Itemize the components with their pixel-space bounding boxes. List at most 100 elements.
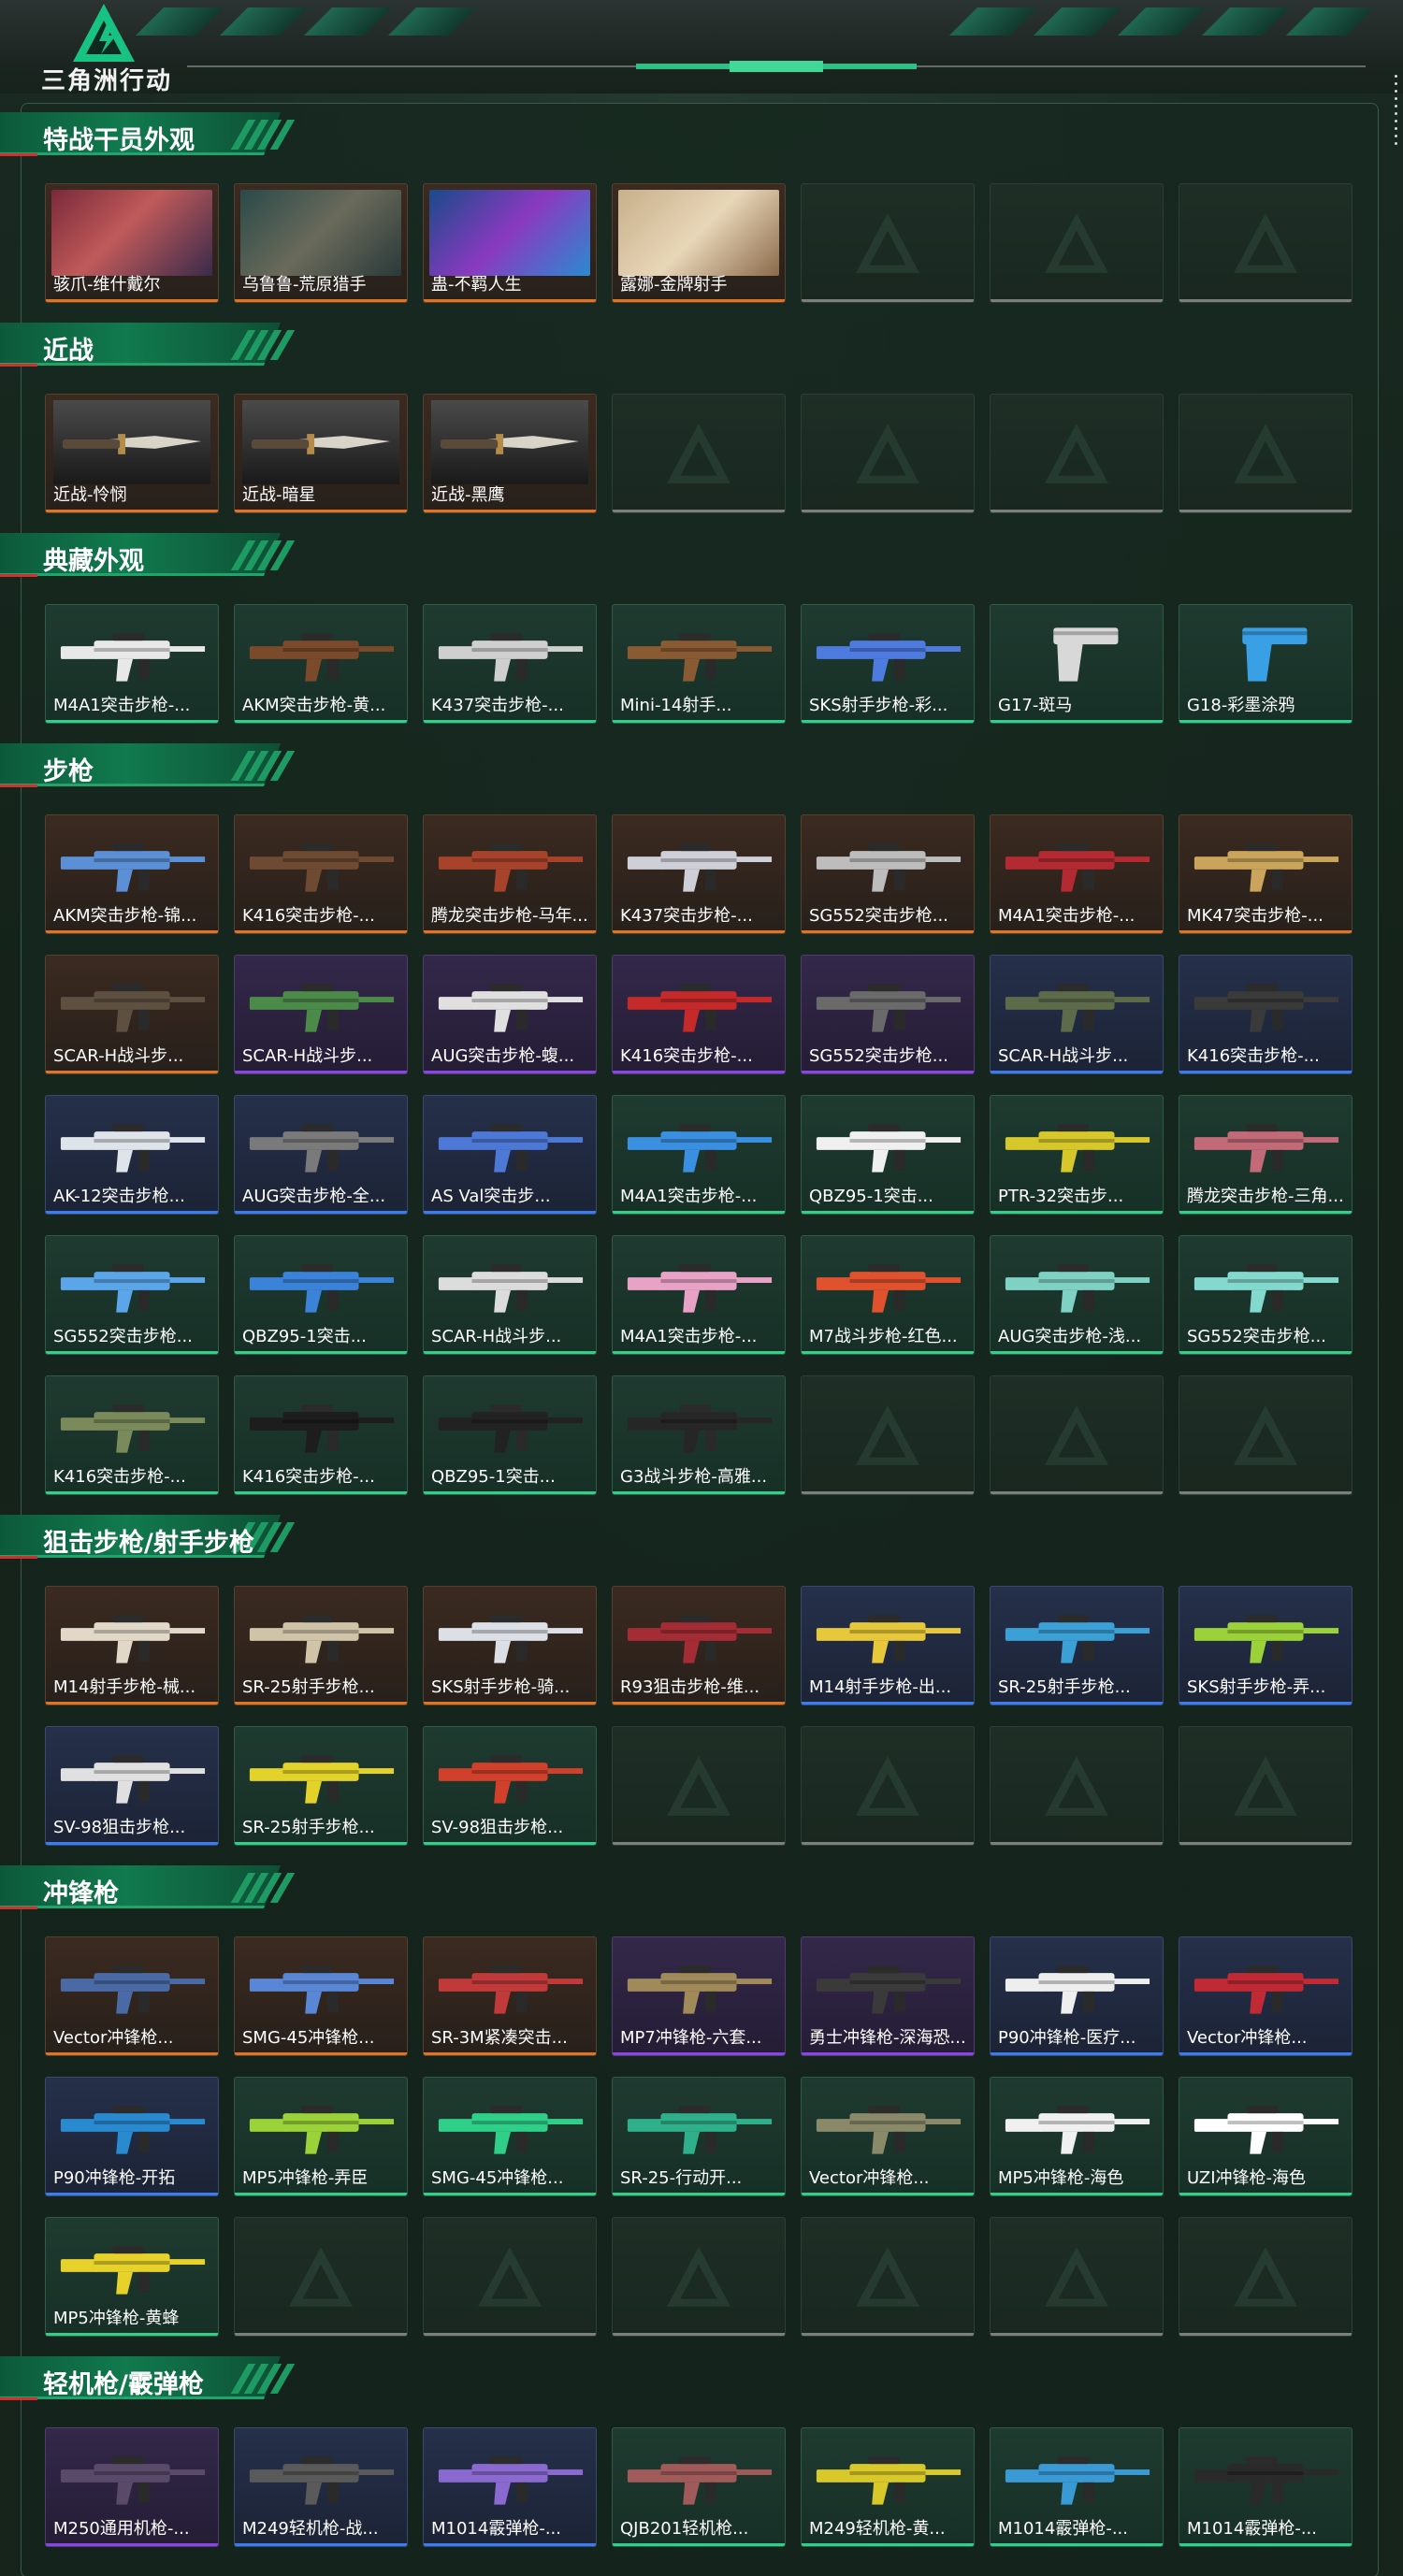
skin-card[interactable]: M1014霰弹枪-... xyxy=(423,2427,597,2547)
skin-card[interactable]: SR-25射手步枪... xyxy=(234,1586,408,1705)
skin-name: SCAR-H战斗步... xyxy=(431,1327,562,1346)
skin-name: AKM突击步枪-黄... xyxy=(242,696,386,715)
skin-card[interactable]: 腾龙突击步枪-三角... xyxy=(1179,1095,1352,1215)
skin-card[interactable]: AKM突击步枪-黄... xyxy=(234,604,408,724)
skin-card[interactable]: M249轻机枪-黄... xyxy=(801,2427,975,2547)
skin-card[interactable]: K416突击步枪-... xyxy=(1179,955,1352,1074)
skin-card[interactable]: M249轻机枪-战... xyxy=(234,2427,408,2547)
skin-card[interactable]: SV-98狙击步枪... xyxy=(45,1726,219,1846)
skin-card[interactable]: AUG突击步枪-蝮... xyxy=(423,955,597,1074)
weapon-art xyxy=(53,1382,210,1466)
skin-card[interactable]: SR-25射手步枪... xyxy=(990,1586,1164,1705)
skin-card[interactable]: AUG突击步枪-全... xyxy=(234,1095,408,1215)
skin-card[interactable]: SCAR-H战斗步... xyxy=(423,1235,597,1355)
skin-card[interactable]: SKS射手步枪-弄... xyxy=(1179,1586,1352,1705)
skin-card[interactable]: 腾龙突击步枪-马年... xyxy=(423,814,597,934)
skin-card[interactable]: Mini-14射手... xyxy=(612,604,786,724)
skin-card[interactable]: SG552突击步枪... xyxy=(1179,1235,1352,1355)
rarity-bar xyxy=(802,1702,974,1705)
skin-card[interactable]: 近战-暗星 xyxy=(234,394,408,513)
skin-card[interactable]: SG552突击步枪... xyxy=(801,955,975,1074)
rarity-bar xyxy=(235,2193,407,2195)
skin-card[interactable]: 近战-黑鹰 xyxy=(423,394,597,513)
skin-card[interactable]: M4A1突击步枪-... xyxy=(45,604,219,724)
collection-page: 三角洲行动 特战干员外观 骇爪-维什戴尔 乌鲁鲁-荒原猎手 蛊-不羁人生 露娜-金牌射手… xyxy=(0,0,1403,2576)
skin-card[interactable]: SKS射手步枪-彩... xyxy=(801,604,975,724)
skin-card[interactable]: QBZ95-1突击... xyxy=(801,1095,975,1215)
skin-card[interactable]: M1014霰弹枪-... xyxy=(1179,2427,1352,2547)
skin-name: MP5冲锋枪-弄臣 xyxy=(242,2168,369,2188)
skin-card[interactable]: K416突击步枪-... xyxy=(45,1375,219,1495)
skin-card[interactable]: Vector冲锋枪... xyxy=(801,2077,975,2196)
skin-card[interactable]: SMG-45冲锋枪... xyxy=(234,1936,408,2056)
skin-card[interactable]: SR-3M紧凑突击... xyxy=(423,1936,597,2056)
skin-card[interactable]: PTR-32突击步... xyxy=(990,1095,1164,1215)
skin-card[interactable]: QBZ95-1突击... xyxy=(423,1375,597,1495)
skin-card[interactable]: 露娜-金牌射手 xyxy=(612,183,786,303)
skin-name: QBZ95-1突击... xyxy=(809,1187,933,1206)
skin-card[interactable]: MP5冲锋枪-海色 xyxy=(990,2077,1164,2196)
skin-card[interactable]: AUG突击步枪-浅... xyxy=(990,1235,1164,1355)
skin-card[interactable]: QJB201轻机枪... xyxy=(612,2427,786,2547)
skin-card[interactable]: K437突击步枪-... xyxy=(612,814,786,934)
skin-card[interactable]: K437突击步枪-... xyxy=(423,604,597,724)
skin-card[interactable]: M250通用机枪-... xyxy=(45,2427,219,2547)
skin-card[interactable]: QBZ95-1突击... xyxy=(234,1235,408,1355)
skin-card[interactable]: 蛊-不羁人生 xyxy=(423,183,597,303)
skin-card[interactable]: Vector冲锋枪... xyxy=(1179,1936,1352,2056)
weapon-art xyxy=(998,2083,1155,2167)
skin-card[interactable]: SMG-45冲锋枪... xyxy=(423,2077,597,2196)
skin-card[interactable]: P90冲锋枪-医疗... xyxy=(990,1936,1164,2056)
skin-name: SR-3M紧凑突击... xyxy=(431,2028,568,2048)
skin-card[interactable]: AS Val突击步... xyxy=(423,1095,597,1215)
skin-card[interactable]: G18-彩墨涂鸦 xyxy=(1179,604,1352,724)
skin-name: P90冲锋枪-医疗... xyxy=(998,2028,1136,2048)
skin-card[interactable]: 近战-怜悯 xyxy=(45,394,219,513)
skin-card[interactable]: UZI冲锋枪-海色 xyxy=(1179,2077,1352,2196)
skin-card[interactable]: SCAR-H战斗步... xyxy=(234,955,408,1074)
knife-icon xyxy=(440,434,580,454)
skin-card[interactable]: P90冲锋枪-开拓 xyxy=(45,2077,219,2196)
skin-card[interactable]: SG552突击步枪... xyxy=(45,1235,219,1355)
skin-card[interactable]: K416突击步枪-... xyxy=(612,955,786,1074)
skin-card[interactable]: MP7冲锋枪-六套... xyxy=(612,1936,786,2056)
scroll-indicator[interactable] xyxy=(1390,75,1403,168)
skin-card[interactable]: 乌鲁鲁-荒原猎手 xyxy=(234,183,408,303)
gun-icon xyxy=(438,633,584,682)
skin-card[interactable]: AK-12突击步枪... xyxy=(45,1095,219,1215)
gun-icon xyxy=(1005,1124,1150,1173)
skin-card[interactable]: Vector冲锋枪... xyxy=(45,1936,219,2056)
skin-card[interactable]: 勇士冲锋枪-深海恐... xyxy=(801,1936,975,2056)
skin-card[interactable]: MP5冲锋枪-黄蜂 xyxy=(45,2217,219,2337)
skin-name: QJB201轻机枪... xyxy=(620,2519,749,2539)
skin-card[interactable]: G17-斑马 xyxy=(990,604,1164,724)
skin-card[interactable]: SCAR-H战斗步... xyxy=(990,955,1164,1074)
skin-card[interactable]: K416突击步枪-... xyxy=(234,814,408,934)
skin-card[interactable]: M4A1突击步枪-... xyxy=(612,1095,786,1215)
skin-card[interactable]: MK47突击步枪-... xyxy=(1179,814,1352,934)
skin-card[interactable]: SKS射手步枪-骑... xyxy=(423,1586,597,1705)
skin-card[interactable]: M14射手步枪-械... xyxy=(45,1586,219,1705)
skin-card[interactable]: M4A1突击步枪-... xyxy=(612,1235,786,1355)
skin-card[interactable]: M4A1突击步枪-... xyxy=(990,814,1164,934)
skin-card[interactable]: 骇爪-维什戴尔 xyxy=(45,183,219,303)
skin-card[interactable]: SG552突击步枪... xyxy=(801,814,975,934)
skin-card[interactable]: R93狙击步枪-维... xyxy=(612,1586,786,1705)
skin-card[interactable]: M14射手步枪-出... xyxy=(801,1586,975,1705)
skin-card[interactable]: SCAR-H战斗步... xyxy=(45,955,219,1074)
delta-watermark-icon xyxy=(289,2247,353,2307)
skin-card[interactable]: SR-25射手步枪... xyxy=(234,1726,408,1846)
gun-icon xyxy=(1193,1965,1339,2014)
skin-card[interactable]: K416突击步枪-... xyxy=(234,1375,408,1495)
skin-card[interactable]: SR-25-行动开... xyxy=(612,2077,786,2196)
skin-card[interactable]: M7战斗步枪-红色... xyxy=(801,1235,975,1355)
skin-card[interactable]: MP5冲锋枪-弄臣 xyxy=(234,2077,408,2196)
skin-card[interactable]: G3战斗步枪-高雅... xyxy=(612,1375,786,1495)
skin-name: M14射手步枪-出... xyxy=(809,1677,952,1697)
delta-watermark-icon xyxy=(856,1756,919,1816)
skin-card[interactable]: AKM突击步枪-锦... xyxy=(45,814,219,934)
skin-name: SKS射手步枪-弄... xyxy=(1187,1677,1326,1697)
rarity-bar xyxy=(235,299,407,302)
skin-card[interactable]: M1014霰弹枪-... xyxy=(990,2427,1164,2547)
skin-card[interactable]: SV-98狙击步枪... xyxy=(423,1726,597,1846)
